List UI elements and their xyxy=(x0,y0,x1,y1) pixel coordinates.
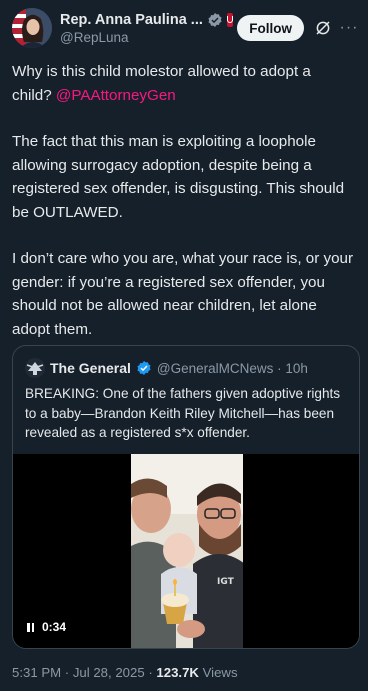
tweet-meta: 5:31 PM · Jul 28, 2025 · 123.7K Views xyxy=(12,665,238,680)
svg-text:IGT: IGT xyxy=(217,577,235,587)
tweet-body: Why is this child molestor allowed to ad… xyxy=(12,60,354,364)
government-badge-icon xyxy=(226,12,233,27)
views-label: Views xyxy=(198,665,238,680)
tweet-paragraph-3: I don’t care who you are, what your race… xyxy=(12,250,354,338)
author-avatar[interactable] xyxy=(12,8,52,48)
video-controls[interactable]: 0:34 xyxy=(27,620,66,634)
quote-text: BREAKING: One of the fathers given adopt… xyxy=(25,386,341,440)
video-player[interactable]: IGT 0:34 xyxy=(13,454,359,648)
pause-icon[interactable] xyxy=(27,622,34,632)
quote-verified-badge-icon xyxy=(136,360,152,376)
tweet-timestamp[interactable]: 5:31 PM · Jul 28, 2025 · xyxy=(12,665,156,680)
quote-avatar[interactable] xyxy=(25,358,45,378)
quote-author-name[interactable]: The General xyxy=(50,360,131,376)
quoted-tweet[interactable]: The General @GeneralMCNews · 10h BREAKIN… xyxy=(12,345,360,649)
tweet-header: Rep. Anna Paulina ... @RepLuna Follow ··… xyxy=(12,8,358,48)
mention-link[interactable]: @PAAttorneyGen xyxy=(56,87,176,104)
author-name[interactable]: Rep. Anna Paulina ... xyxy=(60,12,203,28)
video-thumbnail: IGT xyxy=(131,454,243,648)
views-count[interactable]: 123.7K xyxy=(156,665,199,680)
tweet-paragraph-1: Why is this child molestor allowed to ad… xyxy=(12,60,354,107)
tweet-paragraph-2: The fact that this man is exploiting a l… xyxy=(12,133,345,221)
author-handle[interactable]: @RepLuna xyxy=(60,30,231,45)
quote-header: The General @GeneralMCNews · 10h xyxy=(25,358,349,378)
more-icon[interactable]: ··· xyxy=(340,17,358,39)
grok-icon[interactable] xyxy=(312,17,334,39)
quote-handle-time[interactable]: @GeneralMCNews · 10h xyxy=(157,361,308,376)
verified-badge-icon xyxy=(207,12,223,28)
video-elapsed-time: 0:34 xyxy=(42,620,67,634)
follow-button[interactable]: Follow xyxy=(237,15,304,41)
